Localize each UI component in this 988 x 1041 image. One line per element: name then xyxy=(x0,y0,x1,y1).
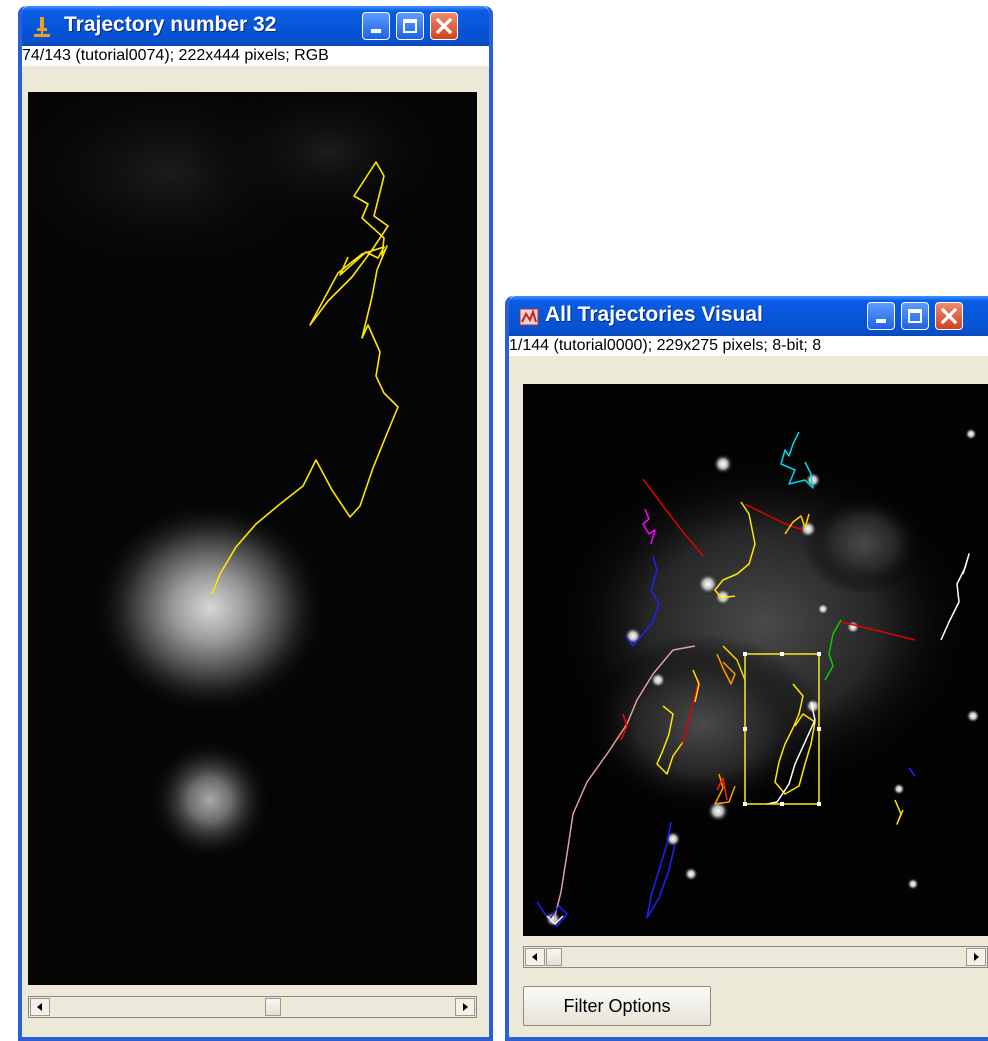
title-bar[interactable]: All Trajectories Visual xyxy=(509,296,988,336)
scroll-right-button[interactable] xyxy=(455,998,475,1016)
maximize-button[interactable] xyxy=(901,302,929,330)
trajectory-window[interactable]: Trajectory number 32 74/143 (tutorial007… xyxy=(18,6,493,1041)
arrow-left-icon xyxy=(37,1003,42,1011)
image-canvas[interactable] xyxy=(523,384,988,936)
minimize-button[interactable] xyxy=(362,12,390,40)
scroll-left-button[interactable] xyxy=(525,948,545,966)
window-title: All Trajectories Visual xyxy=(545,303,763,326)
minimize-button[interactable] xyxy=(867,302,895,330)
horizontal-scrollbar[interactable] xyxy=(28,996,477,1018)
microscopy-image xyxy=(28,92,477,985)
minimize-icon xyxy=(876,319,886,323)
scroll-thumb[interactable] xyxy=(265,998,281,1016)
all-trajectories-window[interactable]: All Trajectories Visual 1/144 (tutorial0… xyxy=(505,296,988,1041)
imagej-icon xyxy=(519,308,539,326)
scroll-thumb[interactable] xyxy=(546,948,562,966)
minimize-icon xyxy=(371,29,381,33)
scroll-right-button[interactable] xyxy=(966,948,986,966)
arrow-right-icon xyxy=(974,953,979,961)
close-button[interactable] xyxy=(935,302,963,330)
scroll-left-button[interactable] xyxy=(30,998,50,1016)
image-canvas[interactable] xyxy=(28,92,477,985)
trajectories-image xyxy=(523,384,988,936)
horizontal-scrollbar[interactable] xyxy=(523,946,988,968)
arrow-right-icon xyxy=(463,1003,468,1011)
window-title: Trajectory number 32 xyxy=(64,13,277,36)
filter-options-button[interactable]: Filter Options xyxy=(523,986,711,1026)
title-bar[interactable]: Trajectory number 32 xyxy=(22,6,489,46)
maximize-icon xyxy=(908,309,922,323)
maximize-button[interactable] xyxy=(396,12,424,40)
microscope-icon xyxy=(34,17,50,37)
maximize-icon xyxy=(403,19,417,33)
close-icon xyxy=(940,307,958,325)
close-icon xyxy=(435,17,453,35)
image-info-text: 1/144 (tutorial0000); 229x275 pixels; 8-… xyxy=(509,336,988,356)
image-info-text: 74/143 (tutorial0074); 222x444 pixels; R… xyxy=(22,46,489,66)
close-button[interactable] xyxy=(430,12,458,40)
arrow-left-icon xyxy=(532,953,537,961)
